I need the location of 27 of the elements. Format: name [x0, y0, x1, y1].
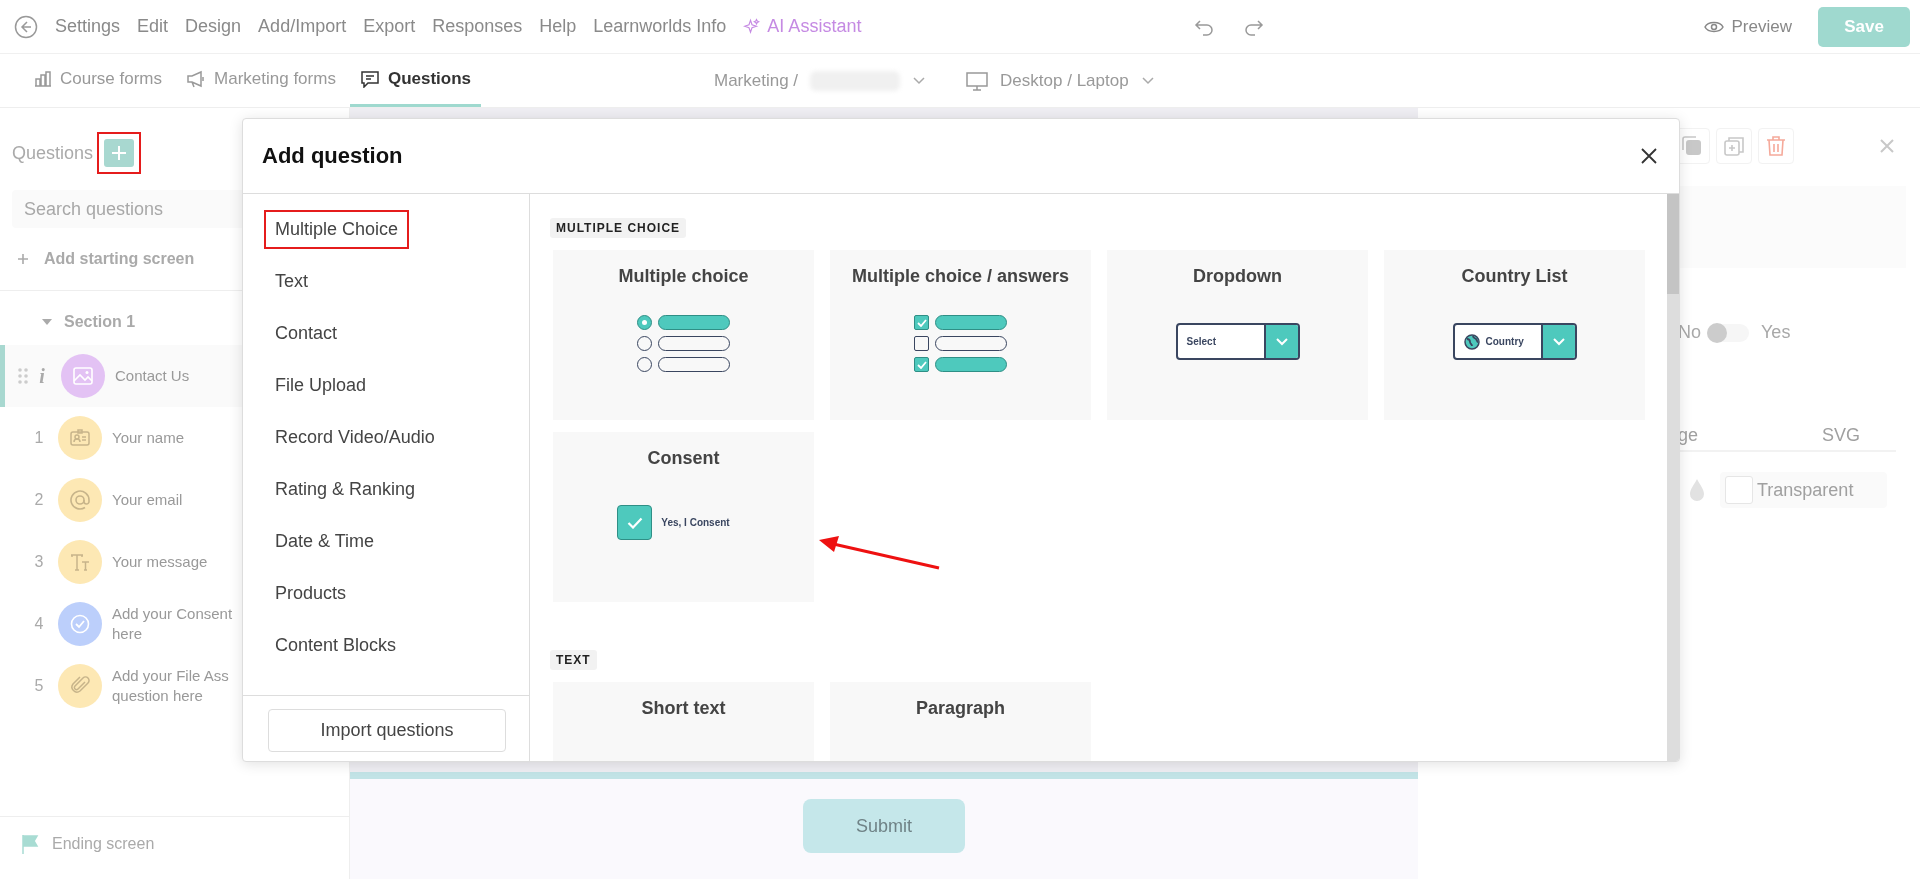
question-number: 4 — [34, 615, 44, 633]
card-title: Multiple choice / answers — [851, 266, 1070, 287]
question-label: Add your File Ass question here — [112, 666, 230, 706]
question-number: 1 — [34, 429, 44, 447]
consent-label: Yes, I Consent — [661, 517, 730, 528]
dropdown-value: Select — [1186, 336, 1216, 347]
section-label: MULTIPLE CHOICE — [550, 218, 687, 238]
card-title: Paragraph — [915, 698, 1005, 719]
card-title: Short text — [641, 698, 726, 719]
card-title: Country List — [1461, 266, 1568, 287]
question-number: 2 — [34, 491, 44, 509]
card-title: Consent — [647, 448, 720, 469]
question-label: Contact Us — [115, 366, 191, 386]
question-number: i — [38, 364, 46, 388]
card-title: Dropdown — [1193, 266, 1282, 287]
sidebar-title: Questions — [12, 142, 94, 164]
question-number: 3 — [34, 553, 44, 571]
question-label: Your message — [112, 552, 209, 572]
question-label: Your name — [112, 428, 185, 448]
section-label: TEXT — [550, 650, 597, 670]
question-label: Add your Consent here — [112, 604, 234, 644]
card-title: Multiple choice — [618, 266, 749, 287]
question-number: 5 — [34, 677, 44, 695]
toggle-label: Yes — [1761, 322, 1791, 343]
dialog-title: Add question — [262, 143, 403, 169]
dropdown-value: Country — [1485, 336, 1524, 347]
question-label: Your email — [112, 490, 184, 510]
